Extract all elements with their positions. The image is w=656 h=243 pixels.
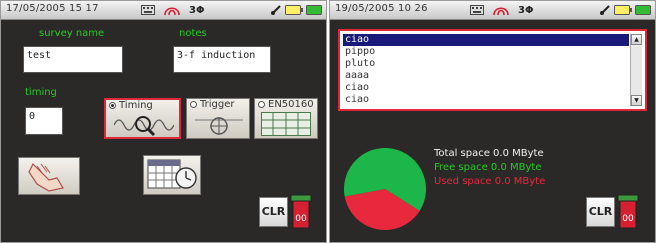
total-space-label: Total space 0.0 MByte [434, 148, 544, 159]
en50160-mode-label: EN50160 [268, 99, 314, 110]
memory-pie-chart [344, 148, 426, 230]
trigger-target-icon [195, 117, 243, 135]
trigger-radio [190, 101, 197, 108]
grid-table-icon [261, 112, 311, 136]
memory-screen: 19/05/2005 10 26 3Φ ciao pippo pluto aaaa ci… [329, 0, 656, 243]
survey-list-items: ciao pippo pluto aaaa ciao ciao [343, 34, 629, 106]
notes-label: notes [179, 28, 207, 39]
phase-indicator: 3Φ [518, 4, 534, 16]
list-item[interactable]: pippo [343, 46, 629, 58]
scroll-down-icon[interactable]: ▼ [631, 95, 642, 106]
phase-indicator: 3Φ [189, 4, 205, 16]
clr-button[interactable]: CLR [259, 197, 288, 227]
delete-icon[interactable]: 00 [617, 194, 639, 230]
clamp-icon [164, 7, 180, 16]
list-scrollbar[interactable]: ▲ ▼ [630, 34, 642, 106]
waveform-magnifier-icon [114, 116, 174, 137]
delete-icon[interactable]: 00 [290, 194, 312, 230]
keyboard-icon [141, 5, 155, 15]
scroll-up-icon[interactable]: ▲ [631, 34, 642, 45]
power-plug-icon [635, 5, 651, 15]
schedule-button[interactable] [143, 155, 201, 195]
list-item[interactable]: ciao [343, 94, 629, 106]
hand-icon [28, 162, 64, 192]
hand-probe-button[interactable] [18, 157, 80, 195]
survey-name-field[interactable]: test [23, 46, 123, 73]
keyboard-icon [470, 5, 484, 15]
en50160-radio [258, 101, 265, 108]
battery-icon [285, 5, 303, 15]
battery-icon [614, 5, 632, 15]
survey-setup-screen: 17/05/2005 15 17 3Φ survey name test not… [0, 0, 327, 243]
timing-radio [109, 102, 116, 109]
timing-field[interactable]: 0 [25, 107, 63, 135]
status-datetime: 17/05/2005 15 17 [6, 3, 99, 14]
status-datetime: 19/05/2005 10 26 [335, 3, 428, 14]
status-bar: 19/05/2005 10 26 3Φ [330, 1, 655, 20]
calendar-clock-icon [147, 159, 197, 189]
list-item[interactable]: pluto [343, 58, 629, 70]
trigger-mode-label: Trigger [200, 99, 235, 110]
probe-icon [600, 5, 610, 15]
timing-mode-label: Timing [119, 100, 153, 111]
en50160-mode-button[interactable]: EN50160 [254, 98, 318, 139]
list-item[interactable]: ciao [343, 34, 629, 46]
used-space-label: Used space 0.0 MByte [434, 176, 546, 187]
notes-field[interactable]: 3-f induction [173, 46, 271, 73]
timing-mode-button[interactable]: Timing [104, 98, 181, 139]
trigger-mode-button[interactable]: Trigger [186, 98, 250, 139]
svg-text:00: 00 [622, 214, 634, 224]
clr-button[interactable]: CLR [586, 197, 615, 227]
list-item[interactable]: ciao [343, 82, 629, 94]
survey-name-label: survey name [39, 28, 105, 39]
free-space-label: Free space 0.0 MByte [434, 162, 542, 173]
survey-list[interactable]: ciao pippo pluto aaaa ciao ciao ▲ ▼ [338, 29, 647, 111]
timing-label: timing [25, 87, 57, 98]
clamp-icon [493, 7, 509, 16]
power-plug-icon [306, 5, 322, 15]
list-item[interactable]: aaaa [343, 70, 629, 82]
status-bar: 17/05/2005 15 17 3Φ [1, 1, 326, 20]
svg-text:00: 00 [295, 214, 307, 224]
probe-icon [271, 5, 281, 15]
